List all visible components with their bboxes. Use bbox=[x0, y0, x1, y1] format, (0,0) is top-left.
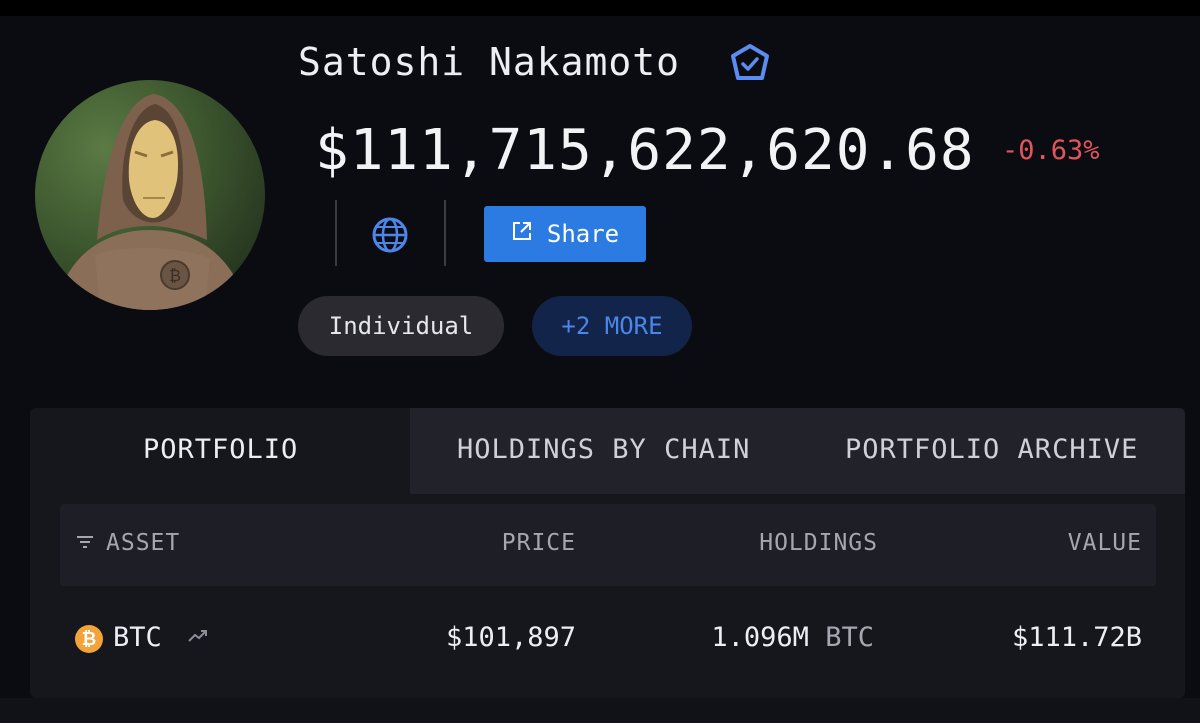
divider bbox=[335, 200, 337, 266]
share-label: Share bbox=[546, 220, 620, 248]
asset-price: $101,897 bbox=[445, 622, 576, 653]
holdings-unit: BTC bbox=[825, 622, 874, 653]
column-value[interactable]: VALUE bbox=[1068, 530, 1142, 556]
tab-portfolio-archive[interactable]: PORTFOLIO ARCHIVE bbox=[845, 434, 1138, 465]
tab-portfolio-label[interactable]: PORTFOLIO bbox=[143, 434, 298, 465]
profile-name: Satoshi Nakamoto bbox=[298, 40, 681, 84]
tag-individual[interactable]: Individual bbox=[298, 296, 504, 356]
column-price[interactable]: PRICE bbox=[502, 530, 576, 556]
bottom-strip bbox=[0, 698, 1200, 723]
share-button[interactable]: Share bbox=[484, 206, 646, 262]
verified-badge-icon bbox=[728, 42, 772, 86]
holdings-amount: 1.096M bbox=[711, 622, 809, 653]
sort-icon[interactable] bbox=[76, 534, 94, 553]
column-holdings[interactable]: HOLDINGS bbox=[759, 530, 878, 556]
external-link-icon bbox=[511, 220, 533, 248]
trend-icon bbox=[188, 628, 208, 647]
more-tags-button[interactable]: +2 MORE bbox=[532, 296, 692, 356]
btc-icon: ₿ bbox=[75, 625, 103, 653]
column-asset[interactable]: ASSET bbox=[106, 530, 180, 556]
globe-icon[interactable] bbox=[371, 216, 409, 254]
asset-holdings: 1.096M BTC bbox=[711, 622, 874, 653]
table-header: ASSET PRICE HOLDINGS VALUE bbox=[60, 504, 1156, 586]
tab-holdings-by-chain[interactable]: HOLDINGS BY CHAIN bbox=[457, 434, 750, 465]
asset-symbol[interactable]: BTC bbox=[113, 622, 162, 653]
portfolio-panel: PORTFOLIO HOLDINGS BY CHAIN PORTFOLIO AR… bbox=[30, 408, 1185, 698]
top-bar bbox=[0, 0, 1200, 16]
avatar: ₿ bbox=[35, 80, 265, 310]
total-value: $111,715,622,620.68 bbox=[315, 118, 975, 183]
divider bbox=[444, 200, 446, 266]
svg-text:₿: ₿ bbox=[169, 266, 181, 285]
asset-value: $111.72B bbox=[1011, 622, 1142, 653]
table-row[interactable]: ₿ BTC $101,897 1.096M BTC $111.72B bbox=[60, 604, 1156, 674]
value-change: -0.63% bbox=[1002, 135, 1100, 166]
